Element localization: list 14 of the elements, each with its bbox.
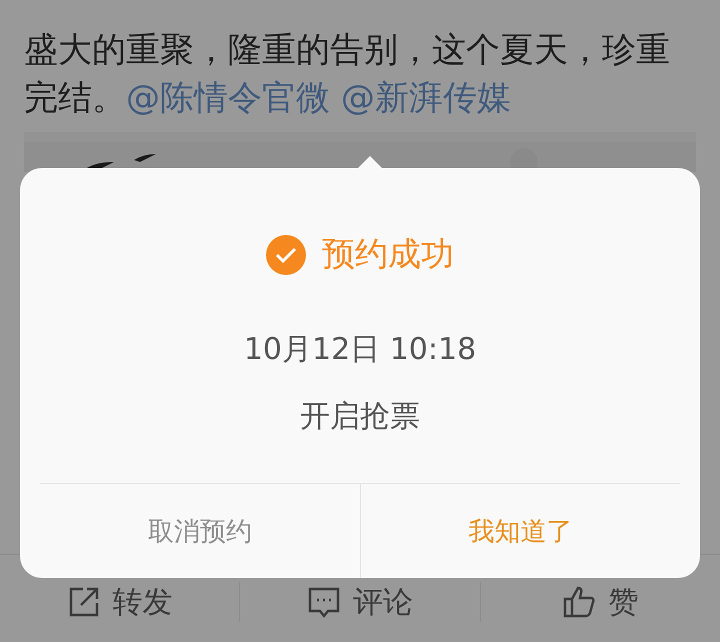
post-text: 盛大的重聚，隆重的告别，这个夏天，珍重完结。@陈情令官微 @新湃传媒 [23, 29, 671, 120]
dialog-title: 预约成功 [322, 233, 454, 275]
action-label[interactable]: 赞 [608, 582, 638, 622]
mention-link[interactable]: @新湃传媒 [340, 78, 511, 118]
action-label[interactable]: 转发 [112, 582, 173, 622]
thumbs-up-icon [562, 585, 596, 619]
cancel-button[interactable]: 取消预约 [40, 484, 360, 578]
date-text: 10月12日 10:18 [244, 331, 476, 369]
mention-link[interactable]: @陈情令官微 [126, 78, 330, 118]
action-label[interactable]: 评论 [352, 582, 413, 622]
dialog-subtitle: 开启抢票 [300, 398, 420, 436]
comment-icon [306, 585, 341, 619]
check-circle-icon [266, 234, 306, 274]
confirm-button[interactable]: 我知道了 [360, 484, 680, 578]
